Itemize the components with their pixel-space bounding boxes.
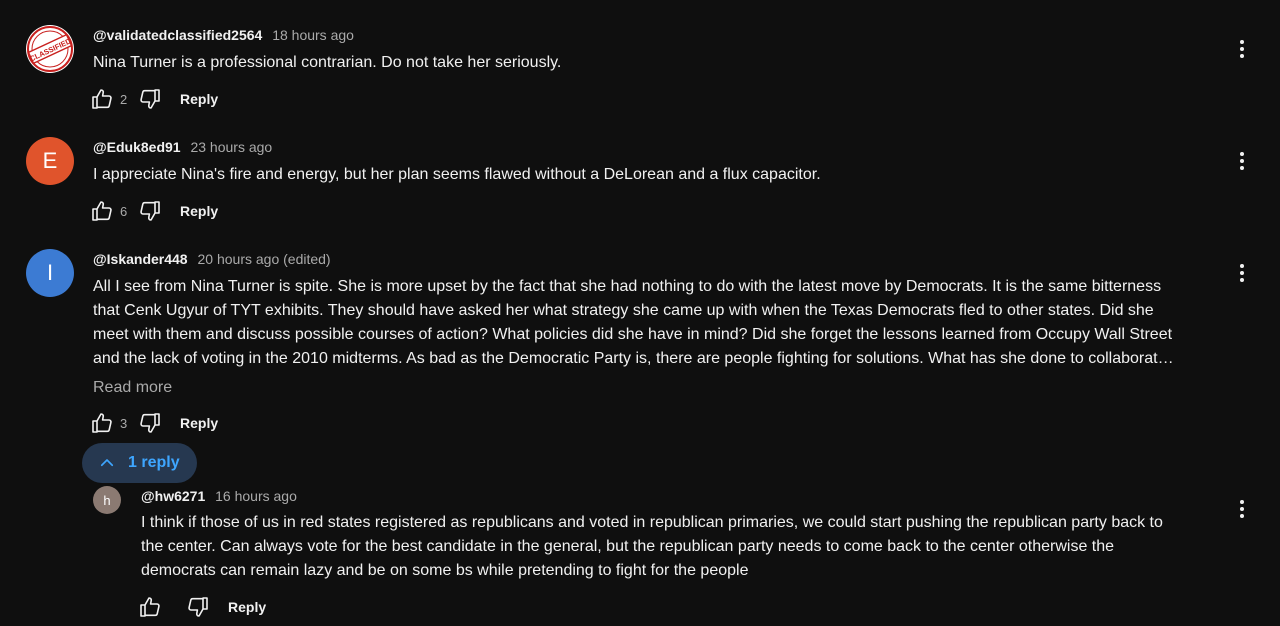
comment-text-line: All I see from Nina Turner is spite. She…: [93, 278, 1162, 295]
comment-timestamp[interactable]: 20 hours ago (edited): [198, 251, 331, 267]
more-vert-icon: [1240, 264, 1244, 282]
avatar[interactable]: CLASSIFIED: [26, 25, 74, 73]
comment-text: All I see from Nina Turner is spite. She…: [93, 275, 1219, 371]
like-count: 6: [120, 203, 128, 219]
comment-text-line: democrats can remain lazy and be on some…: [141, 562, 749, 579]
reply-button[interactable]: Reply: [228, 599, 266, 615]
comment-text: Nina Turner is a professional contrarian…: [93, 54, 562, 71]
thumb-down-icon: [140, 89, 160, 109]
comment-text-line: that Cenk Ugyur of TYT exhibits. They sh…: [93, 302, 1154, 319]
like-button[interactable]: [134, 591, 166, 623]
like-button[interactable]: [86, 195, 118, 227]
thumb-up-icon: [92, 413, 112, 433]
thumb-down-icon: [140, 201, 160, 221]
more-actions-button[interactable]: [1226, 493, 1258, 525]
comment-text-line: the center. Can always vote for the best…: [141, 538, 1115, 555]
reply-button[interactable]: Reply: [180, 415, 218, 431]
reply-button[interactable]: Reply: [180, 91, 218, 107]
hide-replies-button[interactable]: 1 reply: [82, 443, 197, 483]
comment-actions: 6 Reply: [86, 195, 218, 227]
comment-header: @validatedclassified2564 18 hours ago: [93, 26, 354, 44]
more-vert-icon: [1240, 40, 1244, 58]
thumb-down-icon: [140, 413, 160, 433]
comment-author[interactable]: @hw6271: [141, 488, 205, 504]
comment-header: @Eduk8ed91 23 hours ago: [93, 138, 272, 156]
comment-author[interactable]: @Iskander448: [93, 251, 188, 267]
thumb-down-icon: [188, 597, 208, 617]
comment-timestamp[interactable]: 16 hours ago: [215, 488, 297, 504]
comment-header: @Iskander448 20 hours ago (edited): [93, 250, 331, 268]
comment-text-line: and the lack of voting in the 2010 midte…: [93, 350, 1174, 367]
like-count: 3: [120, 415, 128, 431]
more-vert-icon: [1240, 152, 1244, 170]
chevron-up-icon: [98, 454, 116, 472]
comment-text: I think if those of us in red states reg…: [141, 511, 1221, 583]
thumb-up-icon: [140, 597, 160, 617]
comment-text-line: meet with them and discuss possible cour…: [93, 326, 1173, 343]
more-actions-button[interactable]: [1226, 145, 1258, 177]
dislike-button[interactable]: [134, 407, 166, 439]
comment-timestamp[interactable]: 23 hours ago: [190, 139, 272, 155]
like-button[interactable]: [86, 407, 118, 439]
comment-author[interactable]: @validatedclassified2564: [93, 27, 262, 43]
more-actions-button[interactable]: [1226, 33, 1258, 65]
comment-actions: 2 Reply: [86, 83, 218, 115]
comment-actions: Reply: [134, 591, 266, 623]
avatar[interactable]: E: [26, 137, 74, 185]
dislike-button[interactable]: [182, 591, 214, 623]
comment-header: @hw6271 16 hours ago: [141, 487, 297, 505]
thumb-up-icon: [92, 89, 112, 109]
read-more-link[interactable]: Read more: [93, 377, 172, 399]
reply-button[interactable]: Reply: [180, 203, 218, 219]
comment-timestamp[interactable]: 18 hours ago: [272, 27, 354, 43]
more-actions-button[interactable]: [1226, 257, 1258, 289]
comment-text: I appreciate Nina's fire and energy, but…: [93, 166, 821, 183]
dislike-button[interactable]: [134, 195, 166, 227]
like-count: 2: [120, 91, 128, 107]
comment-actions: 3 Reply: [86, 407, 218, 439]
avatar[interactable]: I: [26, 249, 74, 297]
comment-author[interactable]: @Eduk8ed91: [93, 139, 181, 155]
dislike-button[interactable]: [134, 83, 166, 115]
classified-stamp-icon: CLASSIFIED: [27, 26, 73, 72]
like-button[interactable]: [86, 83, 118, 115]
replies-count-label: 1 reply: [128, 454, 180, 471]
comment-text-line: I think if those of us in red states reg…: [141, 514, 1163, 531]
more-vert-icon: [1240, 500, 1244, 518]
thumb-up-icon: [92, 201, 112, 221]
avatar[interactable]: h: [93, 486, 121, 514]
